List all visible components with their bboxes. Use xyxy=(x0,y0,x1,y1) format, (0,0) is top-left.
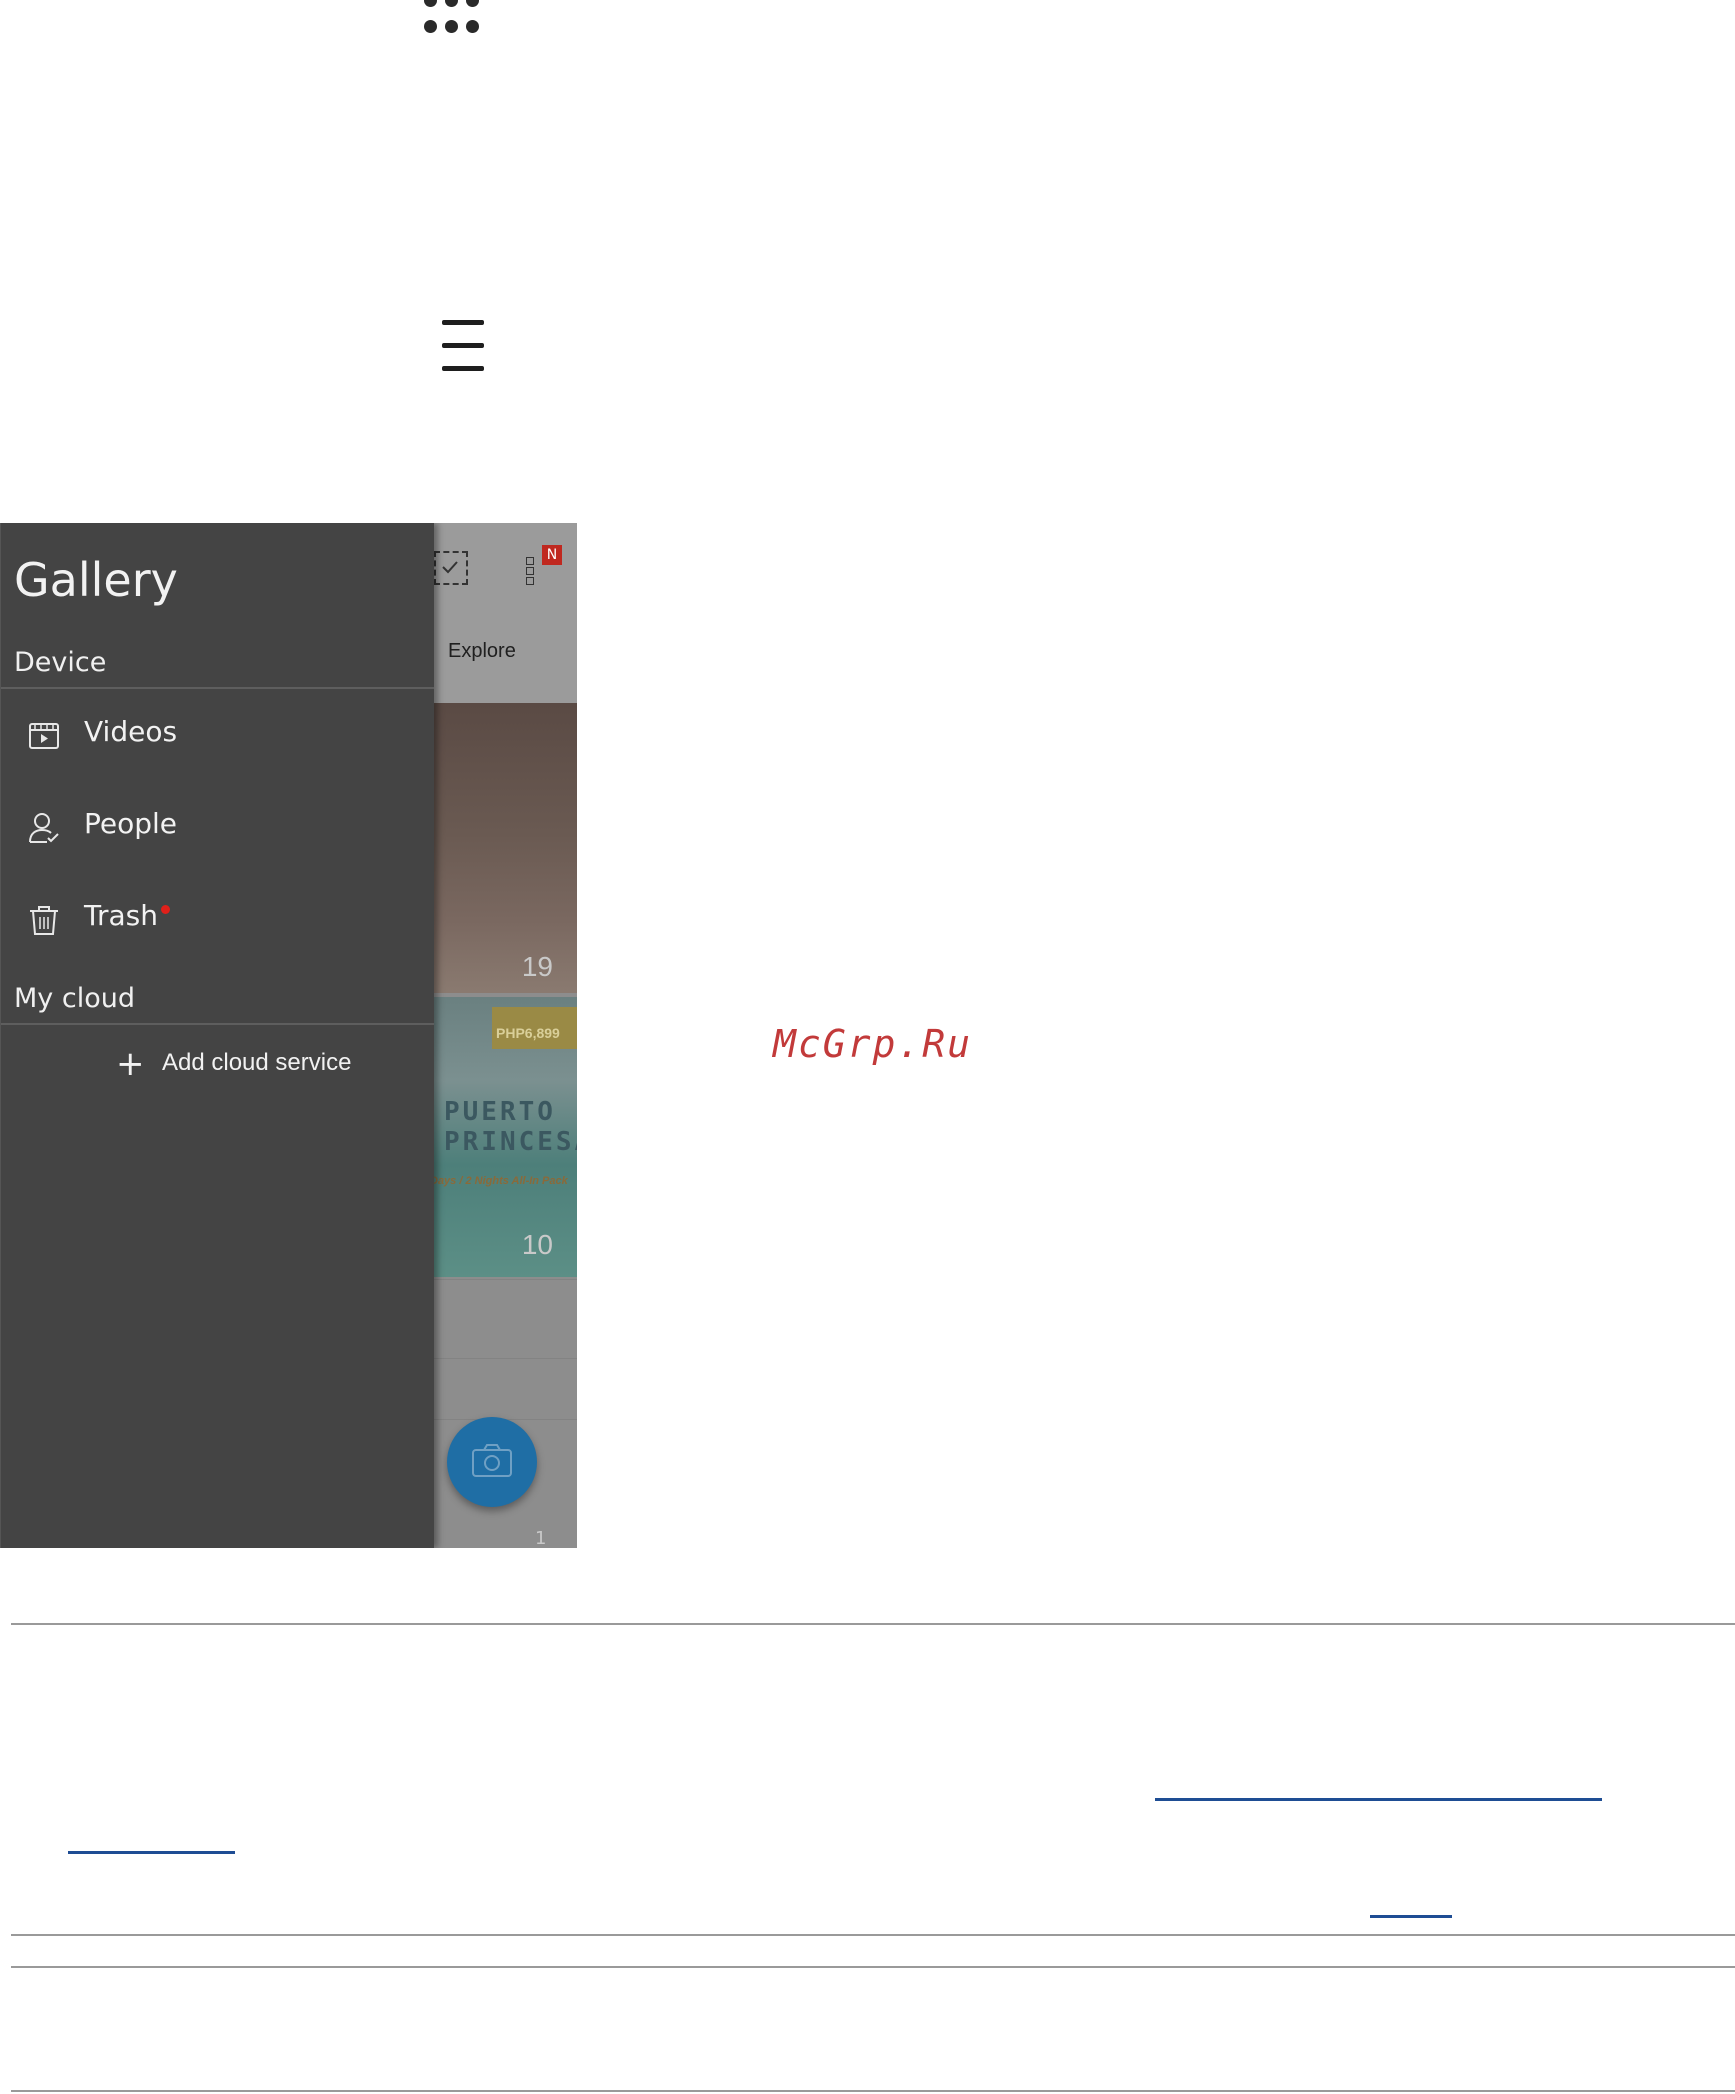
section-divider xyxy=(1,687,434,689)
video-icon xyxy=(29,723,59,749)
hyperlink-underline[interactable] xyxy=(1155,1798,1602,1801)
camera-button[interactable] xyxy=(447,1417,537,1507)
hyperlink-underline[interactable] xyxy=(1370,1915,1452,1918)
drawer-item-people[interactable]: People xyxy=(1,787,434,867)
trash-icon xyxy=(30,906,58,935)
tab-explore[interactable]: Explore xyxy=(448,640,516,663)
hamburger-menu-icon xyxy=(442,320,484,372)
new-item-dot xyxy=(161,905,170,914)
section-rule xyxy=(11,1966,1735,1968)
all-apps-icon xyxy=(422,0,482,40)
drawer-item-label: Videos xyxy=(84,715,178,748)
section-rule xyxy=(11,1934,1735,1936)
drawer-title: Gallery xyxy=(14,553,178,607)
section-device: Device xyxy=(14,647,107,678)
section-rule xyxy=(11,2090,1735,2092)
promo-subtitle: Days / 2 Nights All-In Pack xyxy=(430,1175,568,1187)
plus-icon: + xyxy=(116,1044,145,1084)
section-rule xyxy=(11,1623,1735,1625)
notification-badge: N xyxy=(542,545,562,565)
section-my-cloud: My cloud xyxy=(14,983,135,1014)
drawer-item-label: People xyxy=(84,807,178,840)
select-mode-icon[interactable] xyxy=(434,551,468,585)
list-divider xyxy=(430,1279,577,1280)
add-cloud-label: Add cloud service xyxy=(162,1049,352,1076)
album-count: 1 xyxy=(535,1528,547,1548)
section-divider xyxy=(1,1023,434,1025)
camera-icon xyxy=(472,1444,512,1477)
album-tile[interactable]: PHP6,899 PUERTO PRINCESA Days / 2 Nights… xyxy=(430,997,577,1277)
promo-title: PUERTO PRINCESA xyxy=(444,1097,577,1157)
drawer-item-trash[interactable]: Trash xyxy=(1,879,434,959)
album-count: 10 xyxy=(521,1229,553,1260)
hyperlink-underline[interactable] xyxy=(68,1851,235,1854)
promo-price-tag: PHP6,899 xyxy=(492,1007,577,1049)
album-tile[interactable]: 19 xyxy=(430,703,577,993)
album-count: 19 xyxy=(521,951,553,982)
notification-icon[interactable]: N xyxy=(526,545,562,585)
gallery-screenshot: N Explore 19 PHP6,899 PUERTO PRINCESA Da… xyxy=(0,523,577,1548)
drawer-item-text: Trash xyxy=(84,899,158,932)
watermark: McGrp.Ru xyxy=(773,1022,973,1066)
list-divider xyxy=(430,1358,577,1359)
navigation-drawer: Gallery Device Videos People Trash My cl… xyxy=(0,523,434,1548)
drawer-item-videos[interactable]: Videos xyxy=(1,695,434,775)
drawer-item-label: Trash xyxy=(84,899,170,932)
person-icon xyxy=(29,813,59,843)
